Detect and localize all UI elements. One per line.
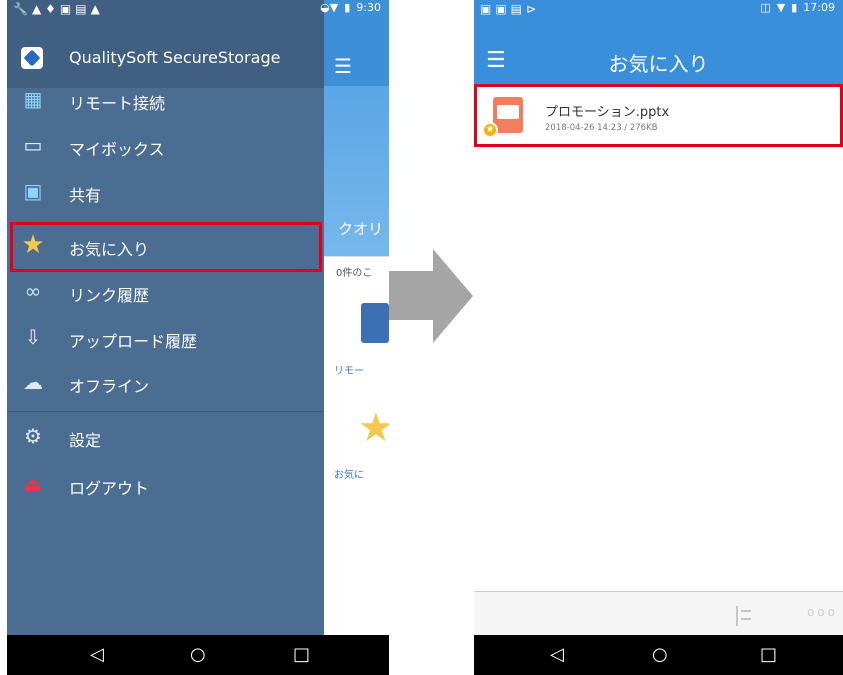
status-icons: 🔧▲♦▣▤▲ bbox=[13, 2, 104, 16]
menu-item-label: 設定 bbox=[69, 431, 102, 450]
left-phone-screen: ☰ クオリ 0件のこ リモー ★ お気に QualitySoft SecureS… bbox=[7, 0, 389, 675]
remote-desktop-icon[interactable] bbox=[361, 303, 389, 343]
navigation-drawer: QualitySoft SecureStorage ▦ リモート接続 ▭ マイボ… bbox=[7, 0, 324, 635]
menu-item-label: マイボックス bbox=[69, 140, 165, 159]
bottom-toolbar: ooo bbox=[474, 591, 843, 635]
cloud-icon: ☁ bbox=[23, 370, 43, 394]
back-icon[interactable]: ◁ bbox=[550, 645, 564, 665]
status-right: ◒▼ ▮ 9:30 bbox=[320, 1, 381, 14]
remote-desktop-icon: ▦ bbox=[23, 87, 43, 111]
menu-item-label: リモート接続 bbox=[69, 94, 166, 113]
highlight-favorites-box bbox=[10, 222, 322, 272]
highlight-file-box bbox=[474, 84, 843, 147]
box-icon: ▭ bbox=[23, 133, 43, 157]
status-right: ◫ ▼ ▮ 17:09 bbox=[760, 1, 835, 14]
background-divider bbox=[324, 256, 389, 257]
status-bar: ▣▣▤⊳ ◫ ▼ ▮ 17:09 bbox=[474, 0, 843, 36]
arrow-shaft bbox=[389, 271, 433, 320]
menu-item-label: ログアウト bbox=[69, 479, 150, 498]
sort-icon[interactable] bbox=[736, 606, 754, 626]
arrow-right-icon bbox=[433, 249, 473, 343]
background-home-screen: ☰ クオリ 0件のこ リモー ★ お気に bbox=[324, 0, 389, 635]
app-name: QualitySoft SecureStorage bbox=[69, 48, 281, 67]
star-icon[interactable]: ★ bbox=[358, 405, 389, 451]
background-banner-text: クオリ bbox=[338, 220, 384, 238]
wifi-icon: ◒▼ bbox=[320, 1, 339, 14]
menu-item-remote[interactable]: ▦ リモート接続 bbox=[7, 78, 324, 124]
battery-icon: ▮ bbox=[791, 1, 798, 14]
menu-item-label: アップロード履歴 bbox=[69, 332, 198, 351]
menu-item-logout[interactable]: ⏏ ログアウト bbox=[7, 463, 324, 509]
status-bar: 🔧▲♦▣▤▲ ◒▼ ▮ 9:30 bbox=[7, 0, 389, 36]
menu-item-settings[interactable]: ⚙ 設定 bbox=[7, 415, 324, 461]
status-icons: ▣▣▤⊳ bbox=[480, 2, 541, 16]
upload-history-icon: ⇩ bbox=[24, 325, 42, 349]
hamburger-menu-icon[interactable]: ☰ bbox=[334, 54, 352, 78]
menu-item-link-history[interactable]: ∞ リンク履歴 bbox=[7, 270, 324, 316]
status-time: 9:30 bbox=[356, 1, 381, 14]
menu-item-label: リンク履歴 bbox=[69, 286, 150, 305]
more-dots-icon[interactable]: ooo bbox=[807, 605, 838, 619]
link-icon: ∞ bbox=[24, 279, 42, 303]
android-nav-bar: ◁ ○ □ bbox=[7, 635, 389, 675]
home-icon[interactable]: ○ bbox=[652, 645, 668, 665]
back-icon[interactable]: ◁ bbox=[90, 645, 104, 665]
recents-icon[interactable]: □ bbox=[760, 645, 777, 665]
vibrate-icon: ◫ bbox=[760, 1, 771, 14]
menu-item-upload-history[interactable]: ⇩ アップロード履歴 bbox=[7, 316, 324, 362]
page-title: お気に入り bbox=[608, 52, 709, 76]
recents-icon[interactable]: □ bbox=[293, 645, 310, 665]
wifi-icon: ▼ bbox=[776, 1, 786, 14]
menu-item-label: 共有 bbox=[69, 186, 102, 205]
home-icon[interactable]: ○ bbox=[190, 645, 206, 665]
background-favorites-label[interactable]: お気に bbox=[334, 466, 364, 481]
menu-item-mybox[interactable]: ▭ マイボックス bbox=[7, 124, 324, 170]
menu-item-label: オフライン bbox=[69, 377, 150, 396]
menu-item-offline[interactable]: ☁ オフライン bbox=[7, 361, 324, 407]
battery-icon: ▮ bbox=[344, 1, 351, 14]
menu-divider bbox=[7, 411, 324, 412]
logout-icon: ⏏ bbox=[23, 472, 43, 496]
background-count-text: 0件のこ bbox=[336, 268, 373, 279]
shared-icon: ▣ bbox=[23, 179, 43, 203]
status-time: 17:09 bbox=[803, 1, 835, 14]
android-nav-bar: ◁ ○ □ bbox=[474, 635, 843, 675]
right-phone-screen: ☰ お気に入り ★ プロモーション.pptx 2018-04-26 14:23 … bbox=[474, 0, 843, 675]
app-logo-icon bbox=[21, 47, 43, 69]
file-list-area bbox=[474, 148, 843, 591]
gear-icon: ⚙ bbox=[24, 424, 42, 448]
menu-item-shared[interactable]: ▣ 共有 bbox=[7, 170, 324, 216]
background-remote-label[interactable]: リモー bbox=[334, 362, 364, 377]
